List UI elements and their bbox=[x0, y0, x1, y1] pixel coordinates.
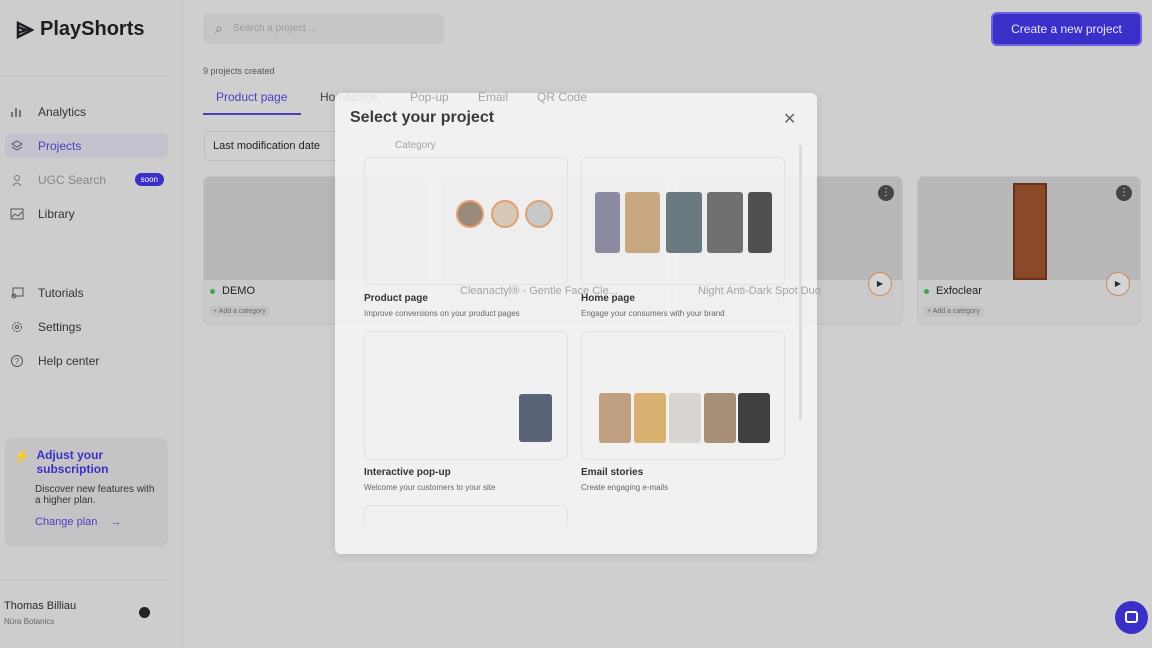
sidebar-item-ugc-search[interactable]: UGC Search soon bbox=[5, 167, 168, 192]
more-options-icon[interactable]: ⋮ bbox=[1116, 185, 1132, 201]
scrollbar[interactable] bbox=[799, 145, 802, 421]
sidebar-item-projects[interactable]: Projects bbox=[5, 133, 168, 158]
project-card[interactable]: ⋮ ▶ Exfoclear + Add a category bbox=[917, 176, 1141, 325]
more-options-icon[interactable]: ⋮ bbox=[878, 185, 894, 201]
product-bottle bbox=[1013, 183, 1047, 280]
tab-qr-code[interactable]: QR Code bbox=[537, 90, 587, 104]
sidebar-item-analytics[interactable]: Analytics bbox=[5, 99, 168, 124]
layers-icon bbox=[11, 139, 23, 151]
tab-email[interactable]: Email bbox=[478, 90, 508, 104]
chat-icon bbox=[1125, 611, 1138, 623]
svg-text:?: ? bbox=[15, 357, 20, 366]
sidebar: PlayShorts Analytics Projects UGC Search… bbox=[0, 0, 183, 648]
tutorial-icon bbox=[11, 287, 24, 298]
create-project-button[interactable]: Create a new project bbox=[991, 12, 1142, 46]
subscription-promo: ⚡ Adjust your subscription Discover new f… bbox=[5, 438, 168, 547]
gear-icon bbox=[12, 321, 22, 332]
project-name: Cleanactyl® - Gentle Face Cle... bbox=[460, 285, 618, 297]
account-icon[interactable] bbox=[139, 607, 150, 618]
status-dot bbox=[210, 289, 215, 294]
logo-icon bbox=[16, 20, 34, 39]
person-search-icon bbox=[12, 174, 22, 186]
close-icon[interactable]: ✕ bbox=[783, 109, 796, 129]
option-email-stories[interactable] bbox=[581, 331, 785, 460]
play-icon[interactable]: ▶ bbox=[868, 272, 892, 296]
lightning-icon: ⚡ bbox=[13, 448, 31, 464]
change-plan-link[interactable]: Change plan → bbox=[35, 516, 160, 528]
option-product-page[interactable] bbox=[364, 157, 568, 285]
image-icon bbox=[10, 208, 24, 219]
status-dot bbox=[924, 289, 929, 294]
select-project-modal: Select your project ✕ Product page Impro… bbox=[335, 93, 817, 554]
modal-title: Select your project bbox=[350, 109, 495, 126]
sidebar-item-help-center[interactable]: ? Help center bbox=[5, 348, 168, 373]
sidebar-item-tutorials[interactable]: Tutorials bbox=[5, 280, 168, 305]
active-tab-underline bbox=[203, 113, 301, 115]
divider bbox=[0, 580, 170, 581]
search-input[interactable]: ⌕ Search a project ... bbox=[203, 13, 444, 44]
help-icon: ? bbox=[11, 354, 23, 367]
project-count: 9 projects created bbox=[203, 66, 275, 76]
chat-support-button[interactable] bbox=[1115, 601, 1148, 634]
search-icon: ⌕ bbox=[215, 20, 223, 36]
option-more[interactable] bbox=[364, 505, 568, 528]
tab-product-page[interactable]: Product page bbox=[216, 90, 287, 104]
sidebar-item-settings[interactable]: Settings bbox=[5, 314, 168, 339]
add-category-button[interactable]: + Add a category bbox=[209, 306, 270, 317]
sidebar-item-library[interactable]: Library bbox=[5, 201, 168, 226]
option-home-page[interactable] bbox=[581, 157, 785, 285]
user-name: Thomas Billiau bbox=[4, 600, 77, 612]
logo[interactable]: PlayShorts bbox=[16, 18, 144, 41]
option-interactive-pop-up[interactable] bbox=[364, 331, 568, 460]
bar-chart-icon bbox=[11, 107, 21, 117]
divider bbox=[0, 76, 170, 77]
arrow-right-icon: → bbox=[110, 516, 122, 528]
play-icon[interactable]: ▶ bbox=[1106, 272, 1130, 296]
user-company: Nüra Botanics bbox=[4, 617, 55, 626]
soon-badge: soon bbox=[134, 173, 164, 186]
project-name: Night Anti-Dark Spot Duo bbox=[698, 285, 821, 297]
tab-pop-up[interactable]: Pop-up bbox=[410, 90, 449, 104]
category-select[interactable]: Category bbox=[395, 140, 436, 151]
add-category-button[interactable]: + Add a category bbox=[923, 306, 984, 317]
